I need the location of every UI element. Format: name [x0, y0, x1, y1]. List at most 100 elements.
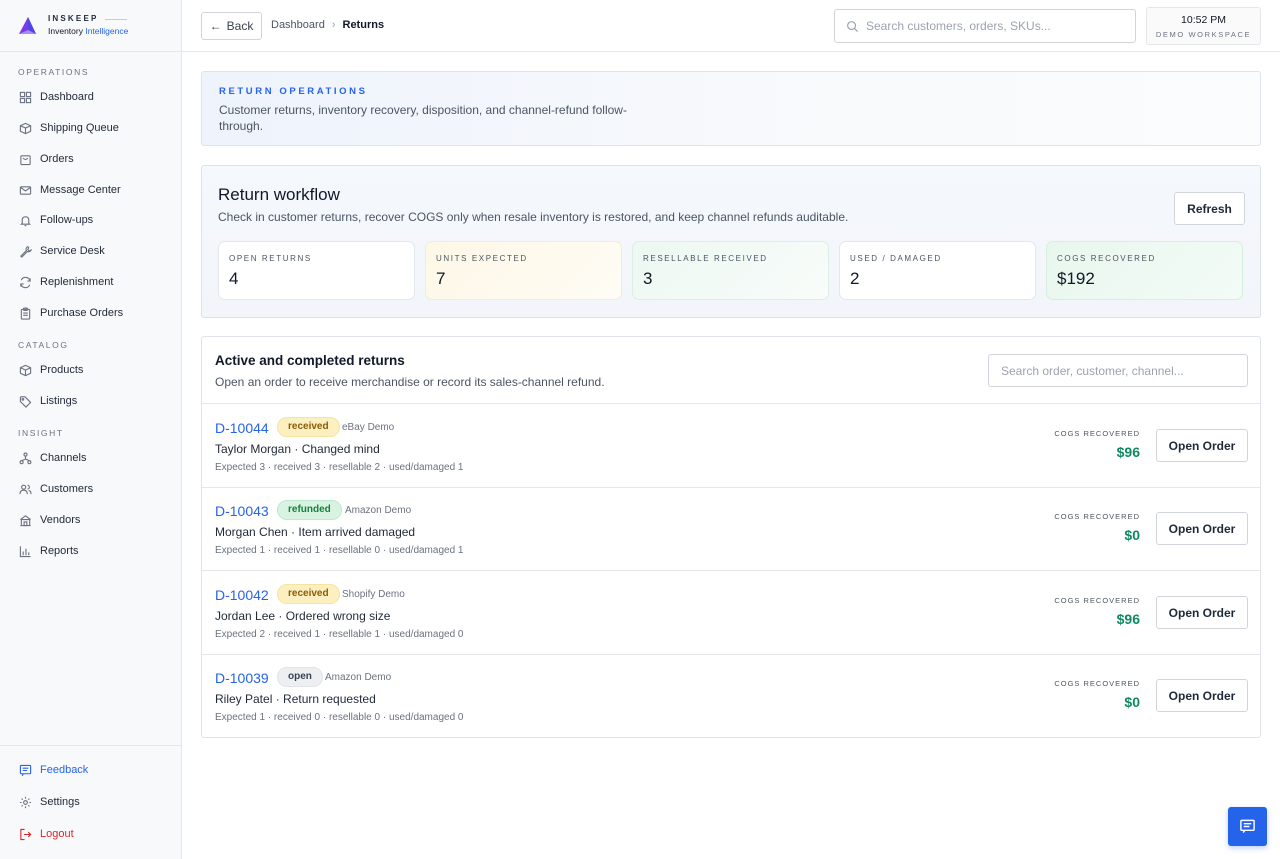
- mail-icon: [19, 185, 32, 195]
- stat-label: OPEN RETURNS: [229, 254, 312, 263]
- brand-name: INSKEEP: [48, 14, 99, 24]
- sidebar-item-feedback[interactable]: Feedback: [0, 758, 181, 782]
- sidebar: INSKEEP Inventory Intelligence OPERATION…: [0, 0, 182, 859]
- chat-button[interactable]: [1228, 807, 1267, 846]
- return-row: D-10042 received Shopify Demo Jordan Lee…: [202, 571, 1260, 655]
- breadcrumb-dashboard[interactable]: Dashboard: [271, 19, 325, 31]
- cogs-value: $96: [1116, 444, 1140, 460]
- back-button[interactable]: ← Back: [201, 12, 262, 40]
- page-eyebrow: RETURN OPERATIONS: [219, 86, 368, 97]
- sidebar-item-purchase-orders[interactable]: Purchase Orders: [0, 301, 181, 325]
- order-id-link[interactable]: D-10039: [215, 670, 269, 686]
- global-search[interactable]: [834, 9, 1136, 43]
- returns-search-input[interactable]: [988, 354, 1248, 387]
- stat-value: 7: [436, 269, 446, 288]
- stat-card-resellable-received: RESELLABLE RECEIVED 3: [632, 241, 829, 300]
- order-id-link[interactable]: D-10044: [215, 420, 269, 436]
- workspace-label: DEMO WORKSPACE: [1155, 30, 1252, 39]
- order-id-link[interactable]: D-10043: [215, 503, 269, 519]
- customer-reason: Riley Patel · Return requested: [215, 692, 376, 706]
- order-id-link[interactable]: D-10042: [215, 587, 269, 603]
- nav-section-insight: INSIGHT: [18, 428, 64, 438]
- arrow-left-icon: ←: [209, 19, 222, 33]
- stat-value: 4: [229, 269, 239, 288]
- sidebar-item-customers[interactable]: Customers: [0, 477, 181, 501]
- sidebar-item-label: Follow-ups: [40, 213, 94, 226]
- sidebar-item-follow-ups[interactable]: Follow-ups: [0, 208, 181, 232]
- sidebar-item-dashboard[interactable]: Dashboard: [0, 85, 181, 109]
- search-icon: [847, 20, 859, 32]
- sidebar-item-label: Orders: [40, 152, 74, 165]
- sidebar-item-label: Listings: [40, 394, 78, 407]
- sidebar-item-message-center[interactable]: Message Center: [0, 178, 181, 202]
- sidebar-item-label: Purchase Orders: [40, 306, 124, 319]
- message-icon: [19, 764, 32, 776]
- channel-label: Shopify Demo: [342, 589, 405, 600]
- network-icon: [19, 452, 32, 464]
- workspace-clock: 10:52 PM DEMO WORKSPACE: [1146, 7, 1261, 45]
- sidebar-item-label: Service Desk: [40, 244, 105, 257]
- bag-icon: [20, 154, 31, 165]
- brand-logo-icon: [19, 16, 36, 34]
- page-description: Customer returns, inventory recovery, di…: [219, 103, 627, 133]
- brand-sub: Inventory: [48, 26, 86, 37]
- sidebar-item-listings[interactable]: Listings: [0, 389, 181, 413]
- stat-card-used-damaged: USED / DAMAGED 2: [839, 241, 1036, 300]
- sidebar-item-service-desk[interactable]: Service Desk: [0, 239, 181, 263]
- brand[interactable]: INSKEEP Inventory Intelligence: [0, 0, 181, 52]
- grid-icon: [19, 91, 32, 103]
- sidebar-item-label: Reports: [40, 544, 79, 557]
- stat-value: 3: [643, 269, 653, 288]
- clipboard-icon: [20, 307, 31, 320]
- returns-subtitle: Open an order to receive merchandise or …: [215, 375, 605, 389]
- sidebar-item-replenishment[interactable]: Replenishment: [0, 270, 181, 294]
- sidebar-item-channels[interactable]: Channels: [0, 446, 181, 470]
- sidebar-item-settings[interactable]: Settings: [0, 790, 181, 814]
- building-icon: [20, 514, 31, 526]
- stat-label: UNITS EXPECTED: [436, 254, 528, 263]
- global-search-input[interactable]: [866, 19, 1116, 33]
- stat-value: $192: [1057, 269, 1095, 288]
- stat-label: USED / DAMAGED: [850, 254, 942, 263]
- sidebar-item-label: Shipping Queue: [40, 121, 119, 134]
- sidebar-item-label: Feedback: [40, 763, 89, 776]
- logout-icon: [20, 828, 32, 840]
- open-order-button[interactable]: Open Order: [1156, 679, 1248, 712]
- sidebar-item-products[interactable]: Products: [0, 358, 181, 382]
- customer-reason: Jordan Lee · Ordered wrong size: [215, 609, 391, 623]
- customer-reason: Morgan Chen · Item arrived damaged: [215, 525, 416, 539]
- sidebar-item-label: Products: [40, 363, 84, 376]
- sidebar-item-label: Customers: [40, 482, 94, 495]
- stat-card-open-returns: OPEN RETURNS 4: [218, 241, 415, 300]
- sidebar-item-reports[interactable]: Reports: [0, 539, 181, 563]
- sidebar-item-logout[interactable]: Logout: [0, 822, 181, 846]
- tag-icon: [19, 395, 32, 408]
- chat-icon: [1240, 819, 1255, 834]
- breadcrumb-separator: ›: [331, 19, 336, 31]
- clock-time: 10:52 PM: [1181, 14, 1226, 26]
- stat-value: 2: [850, 269, 860, 288]
- cogs-label: COGS RECOVERED: [1054, 429, 1140, 438]
- sidebar-item-label: Settings: [40, 795, 80, 808]
- sidebar-divider: [0, 745, 181, 746]
- return-row: D-10039 open Amazon Demo Riley Patel · R…: [202, 654, 1260, 738]
- stat-label: RESELLABLE RECEIVED: [643, 254, 768, 263]
- nav-section-operations: OPERATIONS: [18, 67, 90, 77]
- sidebar-item-orders[interactable]: Orders: [0, 147, 181, 171]
- open-order-button[interactable]: Open Order: [1156, 429, 1248, 462]
- status-badge: received: [277, 584, 340, 604]
- open-order-button[interactable]: Open Order: [1156, 512, 1248, 545]
- sidebar-item-shipping-queue[interactable]: Shipping Queue: [0, 116, 181, 140]
- unit-counts: Expected 1 · received 1 · resellable 0 ·…: [215, 545, 464, 556]
- bell-icon: [19, 215, 32, 226]
- open-order-button[interactable]: Open Order: [1156, 596, 1248, 629]
- box-icon: [19, 364, 32, 376]
- sidebar-item-vendors[interactable]: Vendors: [0, 508, 181, 532]
- cogs-label: COGS RECOVERED: [1054, 512, 1140, 521]
- refresh-button[interactable]: Refresh: [1174, 192, 1245, 225]
- channel-label: eBay Demo: [342, 422, 395, 433]
- back-label: Back: [226, 19, 254, 33]
- cogs-label: COGS RECOVERED: [1054, 596, 1140, 605]
- sidebar-item-label: Logout: [40, 827, 74, 840]
- workflow-panel: Return workflow Check in customer return…: [201, 165, 1261, 318]
